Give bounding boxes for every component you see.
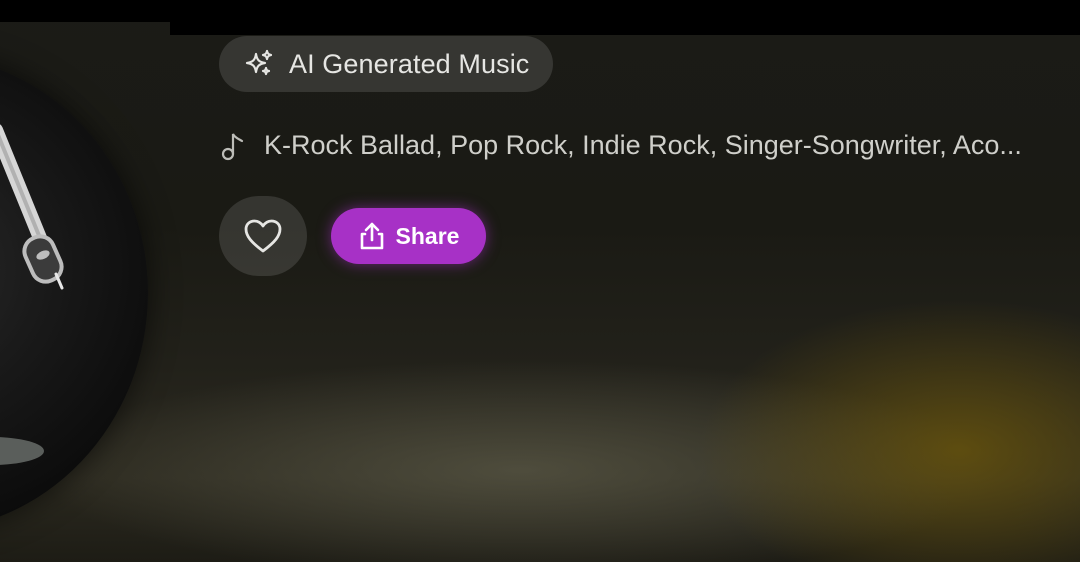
heart-icon (243, 218, 283, 254)
like-button[interactable] (219, 196, 307, 276)
top-bar (170, 0, 1080, 35)
top-bar-left (0, 0, 170, 22)
tonearm-icon (0, 124, 64, 290)
genre-list: K-Rock Ballad, Pop Rock, Indie Rock, Sin… (220, 124, 1080, 166)
ai-generated-badge: AI Generated Music (219, 36, 554, 92)
music-note-icon (220, 129, 246, 161)
ai-generated-label: AI Generated Music (289, 48, 530, 79)
song-detail-panel: AI Generated Music K-Rock Ballad, Pop Ro… (0, 0, 1080, 562)
genre-tags-text: K-Rock Ballad, Pop Rock, Indie Rock, Sin… (264, 129, 1022, 160)
share-button[interactable]: Share (331, 208, 486, 264)
share-label: Share (395, 222, 460, 249)
share-icon (358, 221, 386, 251)
sparkles-icon (243, 48, 275, 80)
